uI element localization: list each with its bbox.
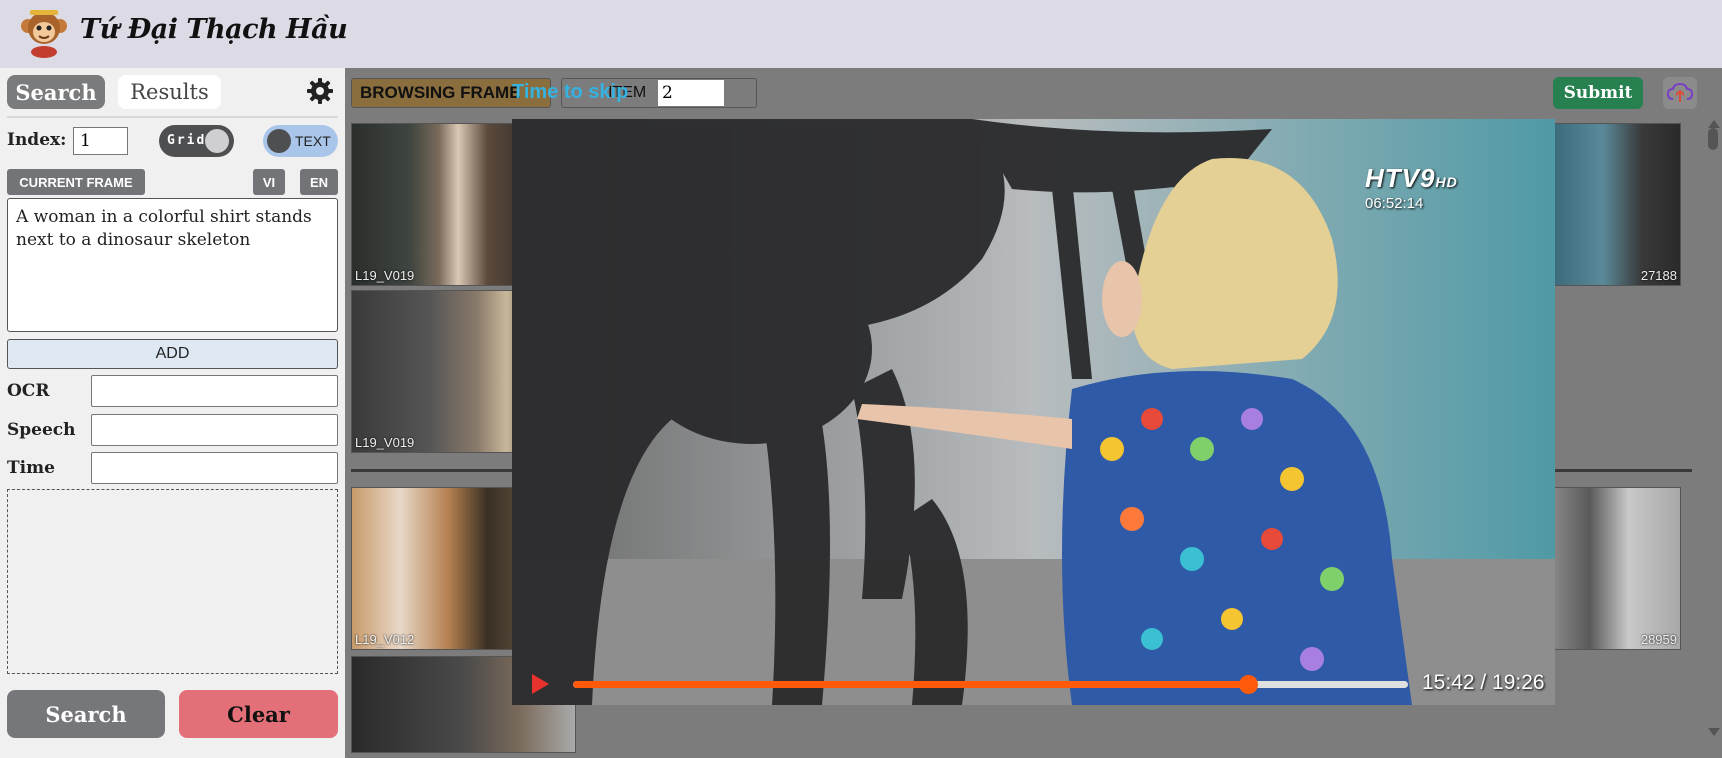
speech-input[interactable] — [91, 414, 338, 446]
play-icon[interactable] — [532, 674, 549, 694]
ocr-input[interactable] — [91, 375, 338, 407]
thumbnail[interactable]: 28959 — [1550, 487, 1681, 650]
grid-toggle-knob — [205, 129, 229, 153]
thumbnail-label: L19_V019 — [355, 435, 415, 450]
app-header: Tứ Đại Thạch Hầu — [0, 0, 1722, 68]
query-textarea[interactable]: A woman in a colorful shirt stands next … — [7, 198, 338, 332]
grid-toggle-label: Grid — [167, 133, 207, 148]
video-player[interactable]: HTV9HD 06:52:14 15:42 / 19:26 — [512, 119, 1555, 705]
speech-label: Speech — [7, 420, 76, 440]
image-drop-area[interactable] — [7, 489, 338, 674]
tab-search[interactable]: Search — [7, 75, 105, 109]
time-label: Time — [7, 458, 55, 478]
channel-name: HTV9 — [1365, 163, 1436, 193]
time-to-skip-label: Time to skip — [512, 81, 629, 103]
en-button[interactable]: EN — [300, 169, 338, 195]
thumbnail-number: 28959 — [1640, 632, 1677, 647]
thumbnail-label: L19_V012 — [355, 632, 415, 647]
progress-fill — [573, 681, 1248, 688]
monkey-logo-icon — [21, 10, 67, 58]
clear-button[interactable]: Clear — [179, 690, 338, 738]
panel-divider — [7, 116, 338, 118]
grid-toggle[interactable]: Grid — [159, 125, 234, 157]
index-input[interactable]: 1 — [73, 127, 128, 155]
item-input[interactable]: 2 — [658, 80, 724, 106]
time-input[interactable] — [91, 452, 338, 484]
gear-icon[interactable] — [306, 77, 334, 105]
search-panel: Search Results Index: 1 Grid TEXT CURREN… — [0, 68, 345, 758]
row-separator — [1550, 469, 1692, 472]
tab-results[interactable]: Results — [118, 75, 221, 109]
progress-handle[interactable] — [1238, 675, 1258, 694]
vi-button[interactable]: VI — [253, 169, 285, 195]
thumbnail[interactable]: 27188 — [1550, 123, 1681, 286]
channel-time: 06:52:14 — [1365, 195, 1424, 212]
submit-button[interactable]: Submit — [1553, 77, 1643, 109]
app-title: Tứ Đại Thạch Hầu — [80, 14, 348, 45]
cloud-upload-icon — [1666, 82, 1694, 102]
time-display: 15:42 / 19:26 — [1422, 671, 1545, 694]
current-frame-button[interactable]: CURRENT FRAME — [7, 169, 145, 195]
channel-logo: HTV9HD — [1365, 163, 1458, 194]
scroll-down-arrow[interactable] — [1708, 728, 1720, 736]
text-toggle[interactable]: TEXT — [263, 125, 338, 157]
progress-bar[interactable] — [573, 675, 1408, 694]
scroll-up-arrow[interactable] — [1708, 120, 1720, 128]
text-toggle-knob — [267, 129, 291, 153]
channel-hd: HD — [1435, 174, 1458, 190]
add-button[interactable]: ADD — [7, 339, 338, 369]
search-button[interactable]: Search — [7, 690, 165, 738]
scrollbar-thumb[interactable] — [1708, 128, 1718, 150]
thumbnail-label: L19_V019 — [355, 268, 415, 283]
thumbnail-number: 27188 — [1640, 268, 1677, 283]
cloud-upload-button[interactable] — [1663, 77, 1697, 109]
ocr-label: OCR — [7, 381, 50, 401]
index-label: Index: — [7, 130, 67, 150]
text-toggle-label: TEXT — [295, 133, 331, 149]
